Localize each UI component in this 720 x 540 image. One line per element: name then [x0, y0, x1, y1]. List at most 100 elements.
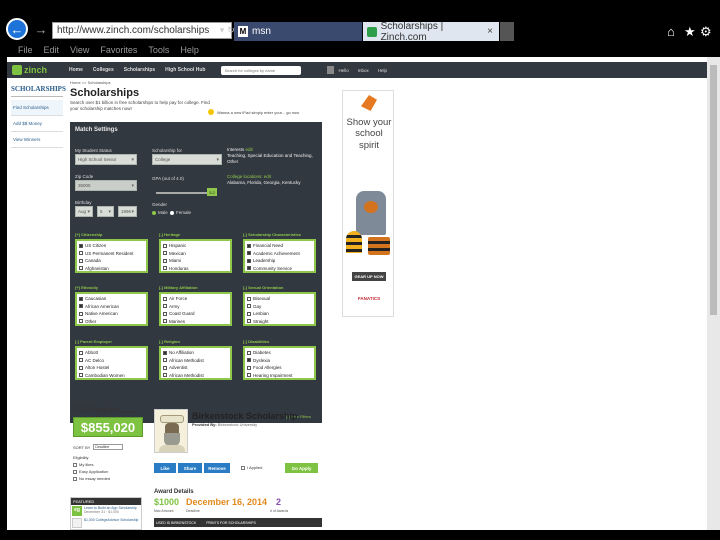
- gpa-slider-track[interactable]: [156, 192, 214, 194]
- share-button[interactable]: Share: [178, 463, 202, 473]
- college-search-input[interactable]: Search for colleges by name: [221, 65, 302, 75]
- criteria-option[interactable]: No Affiliation: [163, 349, 228, 357]
- checkbox[interactable]: [247, 373, 251, 378]
- checkbox[interactable]: [79, 365, 83, 370]
- eligibility-my-likes[interactable]: My likes: [73, 462, 139, 467]
- checkbox[interactable]: [79, 311, 83, 316]
- criteria-option[interactable]: Marines: [163, 318, 228, 326]
- criteria-option[interactable]: Lesbian: [247, 310, 312, 318]
- checkbox[interactable]: [247, 350, 251, 355]
- criteria-option[interactable]: Dyslexia: [247, 357, 312, 365]
- checkbox[interactable]: [247, 251, 251, 256]
- student-status-select[interactable]: High School Senior: [75, 154, 137, 165]
- criteria-group-title[interactable]: [+] Citizenship: [75, 232, 148, 239]
- user-inbox[interactable]: Inbox: [358, 68, 369, 73]
- scholarship-name[interactable]: Birkenstock Scholarship: [192, 411, 298, 421]
- checkbox[interactable]: [247, 258, 251, 263]
- menu-file[interactable]: File: [18, 45, 33, 55]
- checkbox[interactable]: [79, 251, 83, 256]
- checkbox[interactable]: [79, 258, 83, 263]
- page-scrollbar[interactable]: [707, 57, 720, 530]
- address-bar[interactable]: http://www.zinch.com/scholarships: [52, 22, 232, 39]
- user-help[interactable]: Help: [378, 68, 387, 73]
- featured-item[interactable]: eg Learn to Build an App Scholarship Dece…: [71, 505, 141, 517]
- checkbox[interactable]: [79, 373, 83, 378]
- criteria-option[interactable]: Miami: [163, 257, 228, 265]
- back-arrow-icon[interactable]: ←: [6, 18, 28, 40]
- birth-year-select[interactable]: 1996: [118, 206, 137, 217]
- zip-code-input[interactable]: 35005: [75, 180, 137, 191]
- provider-name[interactable]: Birkenstock University: [218, 422, 257, 427]
- breadcrumb[interactable]: Home >> Scholarships: [70, 80, 330, 85]
- eligibility-easy-application[interactable]: Easy Application: [73, 469, 139, 474]
- criteria-group-title[interactable]: [-] Sexual Orientation: [243, 285, 316, 292]
- checkbox[interactable]: [247, 243, 251, 248]
- scholarship-for-select[interactable]: College: [152, 154, 222, 165]
- menu-favorites[interactable]: Favorites: [100, 45, 137, 55]
- checkbox[interactable]: [247, 358, 251, 363]
- avatar[interactable]: [327, 66, 335, 74]
- criteria-option[interactable]: Straight: [247, 318, 312, 326]
- checkbox[interactable]: [79, 296, 83, 301]
- criteria-option[interactable]: Afghanistan: [79, 265, 144, 273]
- criteria-group-title[interactable]: [-] Disabilities: [243, 339, 316, 346]
- fanatics-ad[interactable]: Show your school spirit GEAR UP NOW FANA…: [342, 90, 394, 317]
- interests-edit-link[interactable]: edit: [246, 147, 253, 152]
- birth-month-select[interactable]: Aug: [75, 206, 93, 217]
- user-hello[interactable]: Hello: [338, 68, 348, 73]
- criteria-option[interactable]: AC Delco: [79, 357, 144, 365]
- nav-home[interactable]: Home: [69, 67, 83, 73]
- checkbox[interactable]: [79, 319, 83, 324]
- star-icon[interactable]: ★: [684, 24, 696, 40]
- checkbox[interactable]: [163, 365, 167, 370]
- checkbox[interactable]: [163, 350, 167, 355]
- zinch-logo[interactable]: zinch: [7, 62, 47, 78]
- close-icon[interactable]: ×: [487, 26, 493, 37]
- tab-scholarships[interactable]: Scholarships | Zinch.com ×: [363, 21, 499, 43]
- criteria-option[interactable]: African American: [79, 303, 144, 311]
- menu-tools[interactable]: Tools: [148, 45, 169, 55]
- forward-arrow-icon[interactable]: →: [33, 18, 49, 40]
- checkbox[interactable]: [79, 350, 83, 355]
- sidebar-item-view-winners[interactable]: View Winners: [11, 132, 63, 148]
- college-locations-edit-link[interactable]: edit: [264, 174, 271, 179]
- gender-female-radio[interactable]: Female: [170, 210, 191, 215]
- checkbox[interactable]: [79, 266, 83, 271]
- checkbox[interactable]: [73, 469, 77, 474]
- criteria-option[interactable]: Community Service: [247, 265, 312, 273]
- criteria-option[interactable]: Abbott: [79, 349, 144, 357]
- criteria-option[interactable]: Honduras: [163, 265, 228, 273]
- criteria-group-title[interactable]: [-] Religion: [159, 339, 232, 346]
- criteria-option[interactable]: Food Allergies: [247, 364, 312, 372]
- applied-checkbox[interactable]: I Applied: [241, 465, 262, 470]
- checkbox[interactable]: [247, 311, 251, 316]
- menu-help[interactable]: Help: [180, 45, 199, 55]
- menu-edit[interactable]: Edit: [44, 45, 60, 55]
- criteria-option[interactable]: Mexican: [163, 250, 228, 258]
- checkbox[interactable]: [163, 266, 167, 271]
- home-icon[interactable]: ⌂: [667, 24, 675, 39]
- sidebar-item-add-money[interactable]: Add $$ Money: [11, 116, 63, 132]
- criteria-group-title[interactable]: [-] Heritage: [159, 232, 232, 239]
- eligibility-no-essay[interactable]: No essay needed: [73, 476, 139, 481]
- checkbox[interactable]: [163, 296, 167, 301]
- criteria-option[interactable]: Caucasian: [79, 295, 144, 303]
- checkbox[interactable]: [241, 465, 245, 470]
- criteria-option[interactable]: Army: [163, 303, 228, 311]
- checkbox[interactable]: [73, 462, 77, 467]
- checkbox[interactable]: [247, 266, 251, 271]
- tab-msn[interactable]: M msn: [234, 22, 362, 41]
- gear-up-button[interactable]: GEAR UP NOW: [352, 272, 386, 281]
- criteria-group-title[interactable]: [+] Ethnicity: [75, 285, 148, 292]
- criteria-option[interactable]: Bisexual: [247, 295, 312, 303]
- checkbox[interactable]: [163, 251, 167, 256]
- criteria-group-title[interactable]: [-] Scholarship Characteristics: [243, 232, 316, 239]
- go-apply-button[interactable]: Go Apply: [285, 463, 318, 473]
- criteria-group-title[interactable]: [-] Military Affiliation: [159, 285, 232, 292]
- criteria-option[interactable]: Hearing Impairment: [247, 372, 312, 380]
- checkbox[interactable]: [163, 319, 167, 324]
- scrollbar-thumb[interactable]: [710, 65, 717, 315]
- criteria-option[interactable]: US Citizen: [79, 242, 144, 250]
- checkbox[interactable]: [163, 258, 167, 263]
- checkbox[interactable]: [79, 304, 83, 309]
